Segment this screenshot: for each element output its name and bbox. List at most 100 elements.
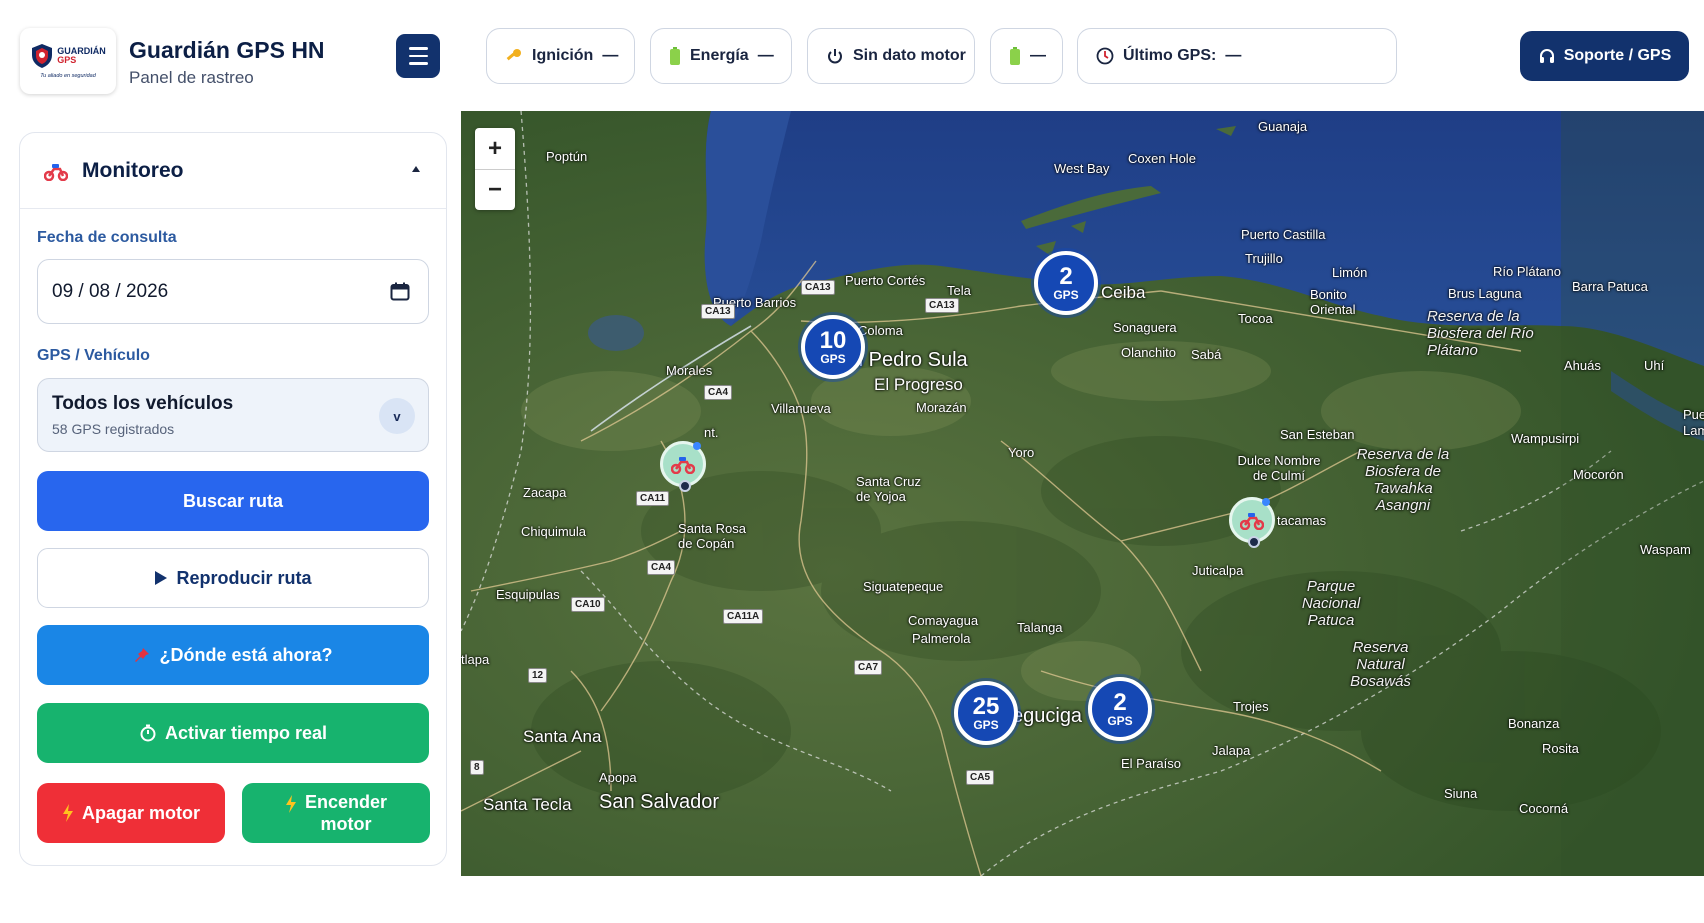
ignition-value: — <box>602 47 619 64</box>
support-button[interactable]: Soporte / GPS <box>1520 31 1689 81</box>
map-place-label: Puerto Cortés <box>845 273 926 288</box>
last-gps-label: Último GPS: <box>1123 47 1217 64</box>
energy-status-pill[interactable]: Energía — <box>650 28 792 84</box>
road-badge: CA5 <box>966 770 995 785</box>
reserve-label: Reserva Natural Bosawás <box>1350 639 1411 690</box>
vehicle-select[interactable]: Todos los vehículos 58 GPS registrados v <box>37 378 429 452</box>
replay-route-button[interactable]: Reproducir ruta <box>37 548 429 608</box>
zoom-out-button[interactable]: − <box>475 169 515 210</box>
battery-icon <box>1009 47 1021 65</box>
map-place-label: Talanga <box>1017 620 1063 635</box>
map-place-label: Morazán <box>916 400 967 415</box>
map-place-label: Olanchito <box>1121 345 1176 360</box>
map-place-label: Wampusirpi <box>1511 431 1580 446</box>
cluster-count: 25 <box>972 692 1000 720</box>
chevron-down-icon[interactable]: v <box>379 398 415 434</box>
map-place-label: Tocoa <box>1238 311 1273 326</box>
energy-label: Energía <box>690 47 749 64</box>
map-place-label: Puerto Castilla <box>1241 227 1326 242</box>
power-icon <box>826 47 844 65</box>
map-place-label: Ahuás <box>1564 358 1601 373</box>
calendar-icon[interactable] <box>390 282 410 301</box>
road-badge: CA4 <box>704 385 733 400</box>
vehicle-marker[interactable] <box>1229 497 1275 548</box>
road-badge: CA13 <box>801 280 835 295</box>
battery-value: — <box>1030 47 1046 64</box>
engine-off-button[interactable]: Apagar motor <box>37 783 225 843</box>
map-place-label: Comayagua <box>908 613 979 628</box>
map-place-label: Brus Laguna <box>1448 286 1522 301</box>
monitoring-panel: Monitoreo Fecha de consulta 09 / 08 / 20… <box>19 132 447 866</box>
engine-status-label: Sin dato motor <box>853 47 966 64</box>
last-gps-pill[interactable]: Último GPS: — <box>1077 28 1397 84</box>
engine-off-label: Apagar motor <box>81 802 200 823</box>
gps-cluster-marker[interactable]: 10 GPS <box>801 315 865 379</box>
gps-cluster-marker[interactable]: 2 GPS <box>1034 251 1098 315</box>
reserve-label: Parque Nacional Patuca <box>1301 578 1361 629</box>
battery-icon <box>669 47 681 65</box>
gps-cluster-marker[interactable]: 2 GPS <box>1088 677 1152 741</box>
cluster-unit: GPS <box>973 717 999 732</box>
vehicle-position-dot <box>679 480 691 492</box>
clock-icon <box>1096 47 1114 65</box>
engine-status-pill[interactable]: Sin dato motor <box>807 28 975 84</box>
road-badge: CA13 <box>701 304 735 319</box>
key-icon <box>505 47 523 65</box>
satellite-map[interactable]: + − Poptún Guanaja West Bay Coxen Hole P… <box>461 111 1704 876</box>
scooter-icon <box>44 163 68 181</box>
date-input[interactable]: 09 / 08 / 2026 <box>37 259 429 324</box>
map-place-label: Barra Patuca <box>1572 279 1648 294</box>
monitoring-header[interactable]: Monitoreo <box>20 133 446 209</box>
collapse-caret-icon[interactable] <box>412 166 420 172</box>
stopwatch-icon <box>140 724 156 742</box>
gps-cluster-marker[interactable]: 25 GPS <box>954 681 1018 745</box>
last-gps-value: — <box>1225 47 1242 64</box>
battery-status-pill[interactable]: — <box>990 28 1063 84</box>
map-place-label: Siuna <box>1444 786 1478 801</box>
map-place-label: Mocorón <box>1573 467 1624 482</box>
section-title: Monitoreo <box>82 158 184 182</box>
pushpin-icon <box>135 648 150 662</box>
scooter-icon <box>671 457 695 474</box>
energy-value: — <box>757 47 774 64</box>
hamburger-menu-button[interactable] <box>396 34 440 78</box>
road-badge: CA4 <box>647 560 676 575</box>
vehicle-marker[interactable] <box>660 441 706 492</box>
map-place-label: Rosita <box>1542 741 1579 756</box>
ignition-status-pill[interactable]: Ignición — <box>486 28 635 84</box>
engine-on-button[interactable]: Encender motor <box>242 783 430 843</box>
map-place-label: Dulce Nombre de Culmí <box>1237 453 1321 483</box>
play-icon <box>155 571 168 585</box>
cluster-count: 2 <box>1113 688 1127 716</box>
map-place-label: Santa Ana <box>523 727 602 746</box>
map-place-label: Santa Tecla <box>483 795 572 814</box>
map-place-label: Esquipulas <box>496 587 560 602</box>
map-place-label: Tela <box>947 283 971 298</box>
map-place-label: Uhí <box>1644 358 1665 373</box>
vehicle-position-dot <box>1248 536 1260 548</box>
support-label: Soporte / GPS <box>1563 47 1672 64</box>
map-place-label: Santa Rosa de Copán <box>678 521 746 551</box>
map-place-label: tlapa <box>461 652 490 667</box>
realtime-button[interactable]: Activar tiempo real <box>37 703 429 763</box>
reserve-label: Reserva de la Biosfera de Tawahka Asangn… <box>1356 446 1450 514</box>
search-route-button[interactable]: Buscar ruta <box>37 471 429 531</box>
cluster-count: 10 <box>819 326 847 354</box>
road-badge: CA11A <box>723 609 764 624</box>
map-place-label: Trojes <box>1233 699 1269 714</box>
top-bar: GUARDIÁN GPS Tu aliado en seguridad Guard… <box>0 0 1704 111</box>
map-place-label: Yoro <box>1008 445 1035 460</box>
map-place-label: Bonanza <box>1508 716 1560 731</box>
engine-on-label-line2: motor <box>320 814 372 834</box>
zoom-in-button[interactable]: + <box>475 128 515 169</box>
cluster-unit: GPS <box>1053 287 1079 302</box>
map-place-label: Santa Cruz de Yojoa <box>856 474 922 504</box>
date-label: Fecha de consulta <box>37 229 177 246</box>
app-title: Guardián GPS HN <box>129 37 325 63</box>
where-now-button[interactable]: ¿Dónde está ahora? <box>37 625 429 685</box>
reserve-label: Reserva de la Biosfera del Río Plátano <box>1427 308 1534 359</box>
map-place-label: Zacapa <box>523 485 567 500</box>
logo-tagline: Tu aliado en seguridad <box>40 73 96 79</box>
road-badge: CA7 <box>854 660 883 675</box>
brand-logo[interactable]: GUARDIÁN GPS Tu aliado en seguridad <box>20 28 116 94</box>
